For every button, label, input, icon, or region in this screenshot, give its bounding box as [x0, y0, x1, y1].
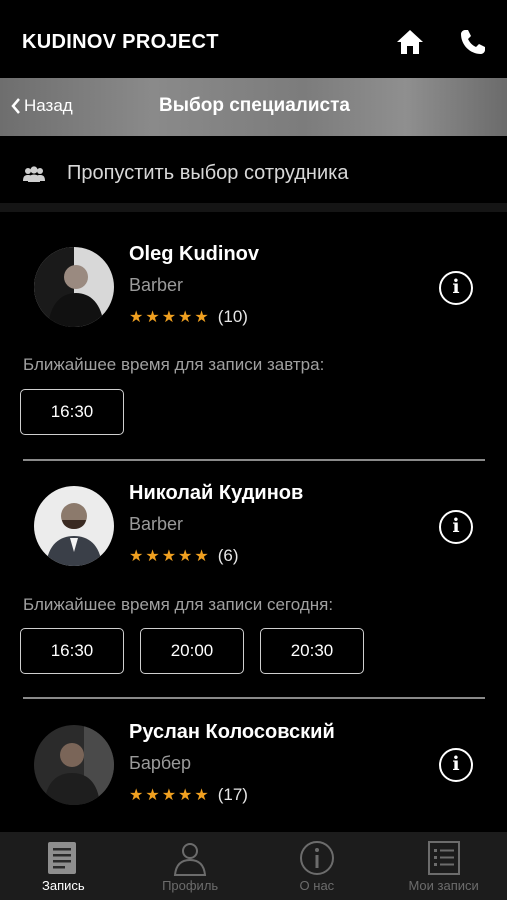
- specialist-rating: ★★★★★ (6): [129, 546, 239, 566]
- skip-specialist-button[interactable]: Пропустить выбор сотрудника: [0, 136, 507, 212]
- rating-stars: ★★★★★: [129, 787, 211, 804]
- info-icon[interactable]: i: [439, 271, 473, 305]
- tab-label: Запись: [42, 878, 85, 893]
- time-slot-button[interactable]: 20:30: [260, 628, 364, 674]
- info-icon: [299, 841, 334, 875]
- brand-title: KUDINOV PROJECT: [22, 31, 219, 53]
- avatar: [34, 486, 114, 566]
- tab-label: Профиль: [162, 878, 219, 893]
- specialist-rating: ★★★★★ (10): [129, 307, 248, 327]
- specialist-role: Барбер: [129, 753, 191, 773]
- specialist-card[interactable]: Oleg Kudinov Barber ★★★★★ (10) i Ближайш…: [0, 221, 507, 461]
- tab-about[interactable]: О нас: [254, 832, 381, 900]
- review-count: (6): [217, 546, 239, 565]
- nearest-time-label: Ближайшее время для записи сегодня:: [23, 595, 334, 614]
- tab-booking[interactable]: Запись: [0, 832, 127, 900]
- specialist-card[interactable]: Руслан Колосовский Барбер ★★★★★ (17) i: [0, 699, 507, 832]
- profile-icon: [174, 843, 207, 876]
- list-icon: [427, 841, 460, 875]
- app-header: KUDINOV PROJECT: [0, 0, 507, 78]
- time-slot-button[interactable]: 16:30: [20, 628, 124, 674]
- tab-label: Мои записи: [408, 878, 479, 893]
- nearest-time-label: Ближайшее время для записи завтра:: [23, 355, 325, 374]
- skip-label: Пропустить выбор сотрудника: [67, 162, 349, 184]
- specialist-name: Руслан Колосовский: [129, 721, 335, 743]
- rating-stars: ★★★★★: [129, 309, 211, 326]
- avatar: [34, 725, 114, 805]
- tab-profile[interactable]: Профиль: [127, 832, 254, 900]
- info-icon[interactable]: i: [439, 748, 473, 782]
- tab-my-bookings[interactable]: Мои записи: [380, 832, 507, 900]
- phone-icon[interactable]: [459, 28, 489, 56]
- specialist-name: Oleg Kudinov: [129, 243, 259, 265]
- time-slot-button[interactable]: 16:30: [20, 389, 124, 435]
- specialist-role: Barber: [129, 275, 184, 295]
- page-title: Выбор специалиста: [159, 95, 350, 116]
- review-count: (10): [217, 307, 248, 326]
- specialist-name: Николай Кудинов: [129, 482, 304, 504]
- info-icon[interactable]: i: [439, 510, 473, 544]
- specialist-role: Barber: [129, 514, 184, 534]
- time-slot-button[interactable]: 20:00: [140, 628, 244, 674]
- bottom-tab-bar: Запись Профиль О нас Мои записи: [0, 832, 507, 900]
- review-count: (17): [217, 785, 248, 804]
- specialist-rating: ★★★★★ (17): [129, 785, 248, 805]
- book-icon: [48, 842, 77, 874]
- tab-label: О нас: [299, 878, 335, 893]
- users-icon: [22, 165, 46, 183]
- home-icon[interactable]: [395, 28, 425, 56]
- avatar: [34, 247, 114, 327]
- navigation-bar: Назад Выбор специалиста: [0, 78, 507, 136]
- rating-stars: ★★★★★: [129, 548, 211, 565]
- specialist-card[interactable]: Николай Кудинов Barber ★★★★★ (6) i Ближа…: [0, 461, 507, 699]
